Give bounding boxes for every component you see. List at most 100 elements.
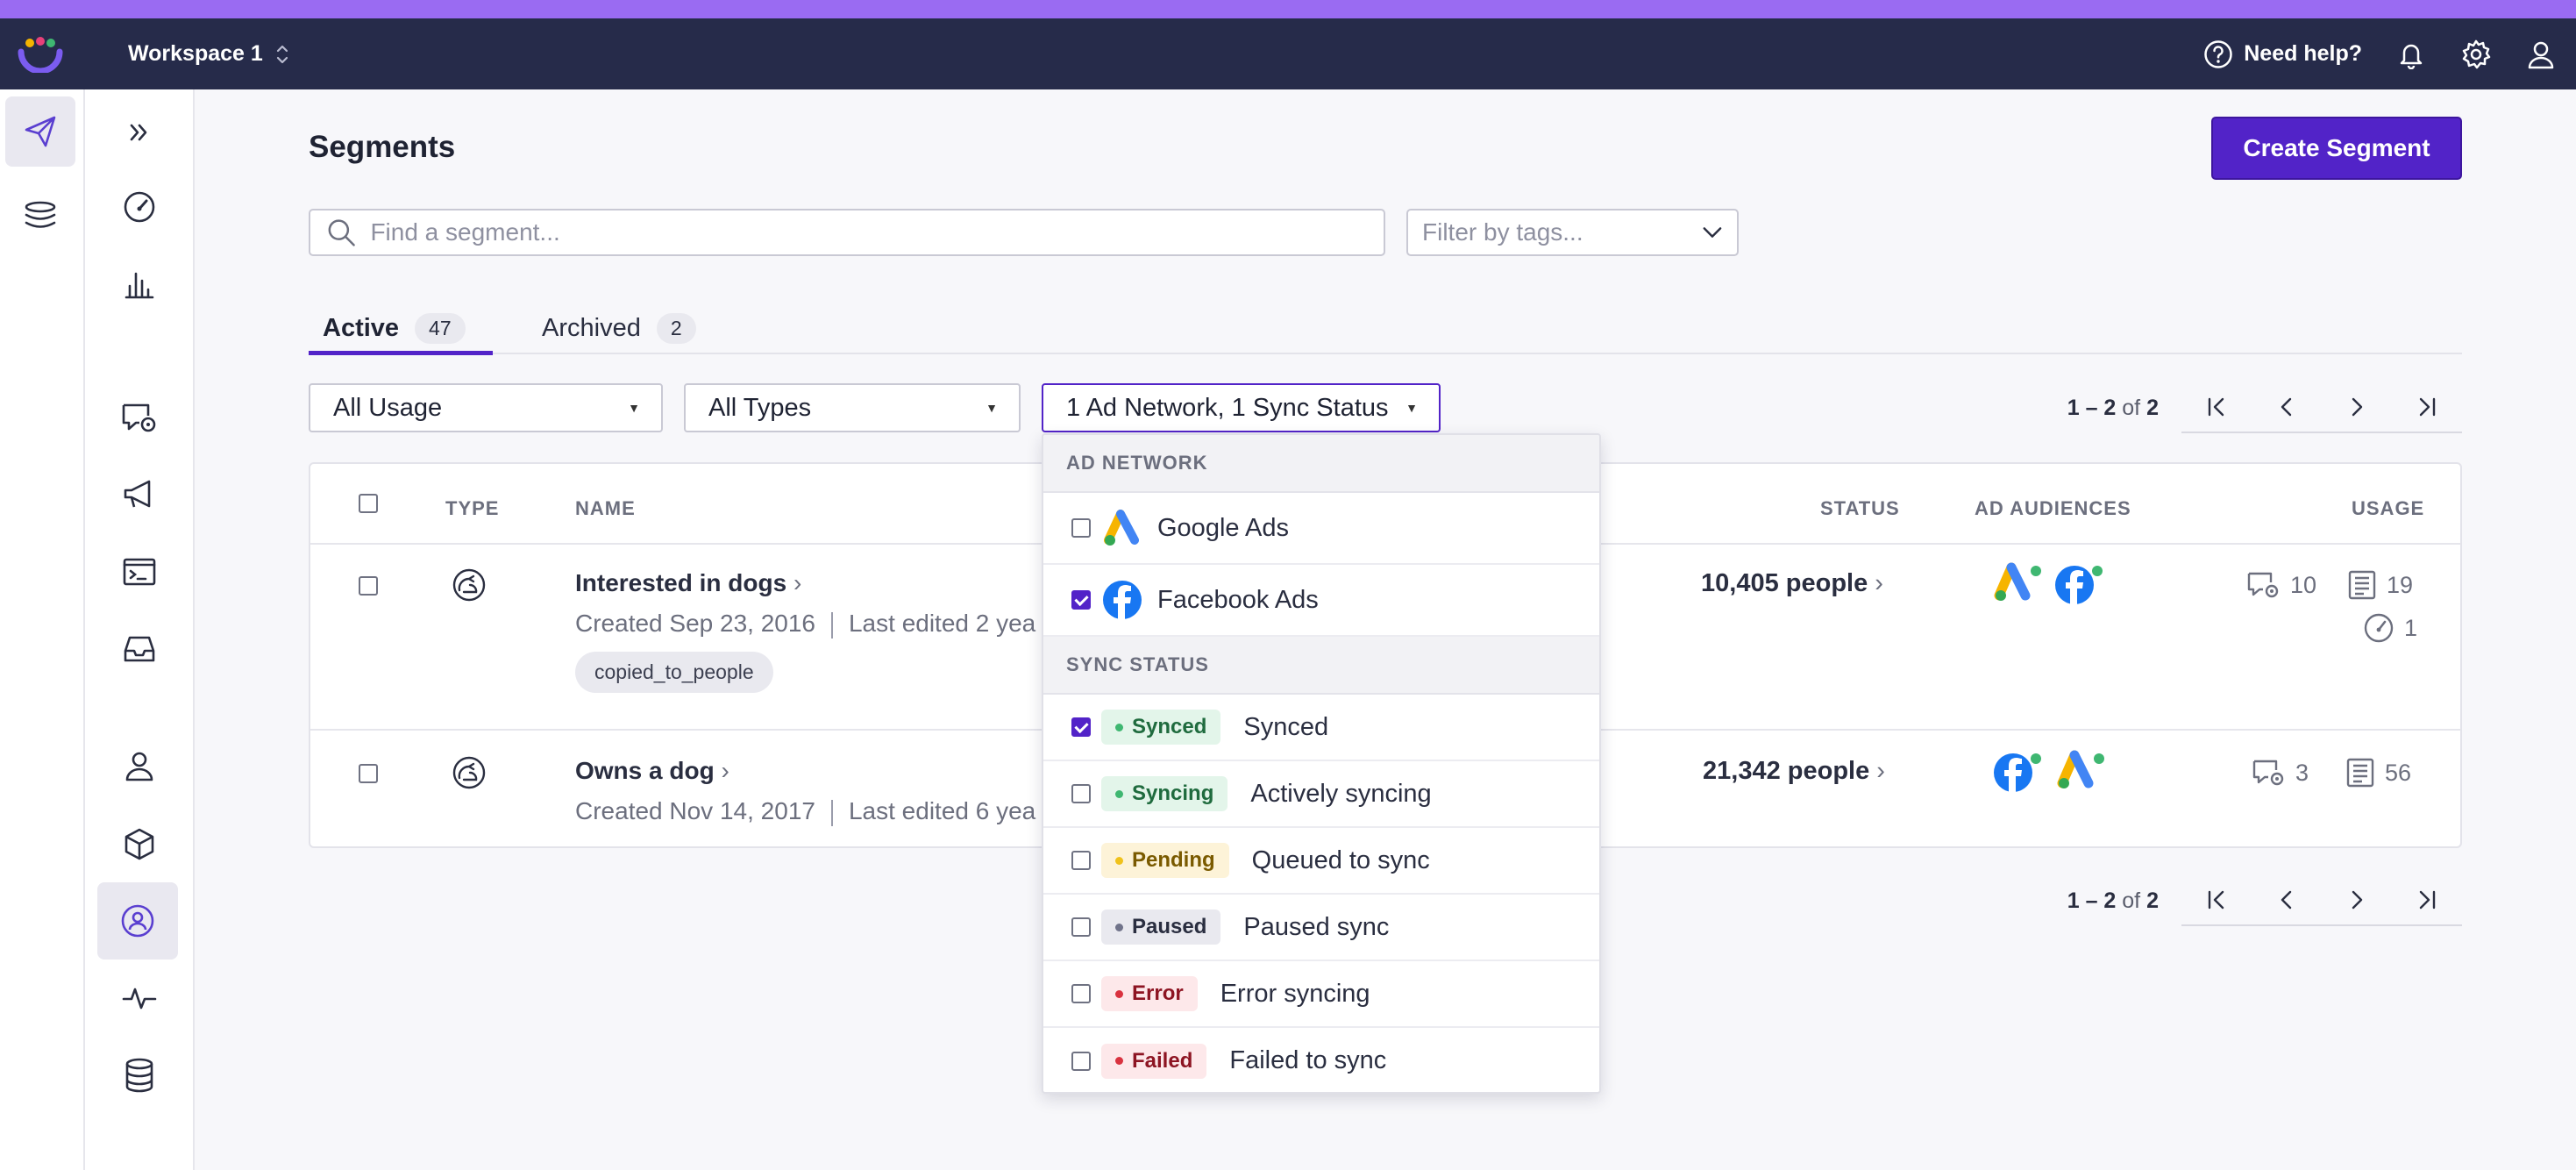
option-label: Actively syncing	[1250, 779, 1432, 808]
secondary-nav-rail	[85, 89, 195, 1170]
layers-icon	[25, 201, 56, 228]
select-all-checkbox[interactable]	[359, 494, 378, 513]
prev-page-button[interactable]	[2252, 875, 2322, 924]
document-list-icon	[2348, 570, 2376, 600]
usage-documents[interactable]: 56	[2345, 757, 2411, 788]
first-page-button[interactable]	[2181, 382, 2252, 432]
nav-data[interactable]	[104, 1049, 174, 1102]
column-header-usage: USAGE	[2352, 497, 2425, 519]
sync-status-header: SYNC STATUS	[1043, 637, 1599, 695]
option-checkbox[interactable]	[1071, 1051, 1091, 1071]
option-status-failed[interactable]: Failed Failed to sync	[1043, 1028, 1599, 1092]
database-icon	[125, 1058, 153, 1093]
usage-filter-value: All Usage	[333, 393, 443, 422]
chevron-up-down-icon	[276, 45, 288, 63]
top-accent-strip	[0, 0, 2576, 18]
segment-name-link[interactable]: Owns a dog ›	[575, 757, 729, 785]
nav-objects[interactable]	[104, 817, 174, 870]
nav-analytics[interactable]	[104, 258, 174, 310]
option-google-ads[interactable]: Google Ads	[1043, 493, 1599, 565]
nav-messaging[interactable]	[5, 96, 75, 167]
option-status-syncing[interactable]: Syncing Actively syncing	[1043, 761, 1599, 828]
chevron-right-icon	[2352, 890, 2363, 910]
option-checkbox[interactable]	[1071, 984, 1091, 1003]
segment-name-link[interactable]: Interested in dogs ›	[575, 569, 801, 597]
segment-tag[interactable]: copied_to_people	[575, 652, 773, 693]
user-icon[interactable]	[2527, 39, 2555, 69]
ad-network-header: AD NETWORK	[1043, 435, 1599, 493]
status-badge: Pending	[1101, 843, 1229, 878]
option-checkbox[interactable]	[1071, 851, 1091, 870]
prev-page-button[interactable]	[2252, 382, 2322, 432]
option-label: Queued to sync	[1251, 845, 1430, 874]
next-page-button[interactable]	[2322, 875, 2392, 924]
option-checkbox[interactable]	[1071, 717, 1091, 737]
gear-icon[interactable]	[2460, 39, 2492, 70]
tab-active[interactable]: Active 47	[323, 302, 466, 354]
nav-activity[interactable]	[104, 972, 174, 1024]
row-checkbox[interactable]	[359, 576, 378, 596]
usage-messages[interactable]: 10	[2246, 569, 2316, 601]
segment-search[interactable]	[309, 209, 1385, 256]
option-status-error[interactable]: Error Error syncing	[1043, 961, 1599, 1028]
create-segment-button[interactable]: Create Segment	[2211, 117, 2462, 180]
chevron-left-icon	[2281, 890, 2292, 910]
usage-documents[interactable]: 19	[2346, 569, 2413, 601]
expand-sidebar-button[interactable]	[104, 112, 174, 153]
top-bar: Workspace 1 Need help?	[0, 18, 2576, 89]
nav-segments[interactable]	[97, 882, 178, 960]
tags-filter-input[interactable]	[1420, 218, 1703, 247]
first-page-button[interactable]	[2181, 875, 2252, 924]
double-chevron-right-icon	[130, 124, 147, 141]
nav-data-layers[interactable]	[5, 181, 75, 251]
caret-down-icon: ▼	[986, 401, 998, 415]
row-checkbox[interactable]	[359, 764, 378, 783]
nav-terminal[interactable]	[104, 546, 174, 598]
active-tab-indicator	[309, 351, 493, 355]
tags-filter[interactable]	[1406, 209, 1739, 256]
segment-people-count[interactable]: 10,405 people ›	[1701, 569, 1883, 598]
segment-meta: Created Sep 23, 2016 Last edited 2 yea	[575, 610, 1036, 639]
usage-filter-select[interactable]: All Usage ▼	[309, 383, 663, 432]
bell-icon[interactable]	[2397, 39, 2425, 69]
column-header-status: STATUS	[1820, 497, 1900, 519]
option-facebook-ads[interactable]: Facebook Ads	[1043, 565, 1599, 637]
tab-count: 2	[656, 312, 696, 344]
column-header-type: TYPE	[445, 497, 500, 519]
option-checkbox[interactable]	[1071, 917, 1091, 937]
facebook-icon	[2055, 566, 2103, 604]
option-status-paused[interactable]: Paused Paused sync	[1043, 895, 1599, 961]
network-status-filter-select[interactable]: 1 Ad Network, 1 Sync Status ▼	[1042, 383, 1441, 432]
status-badge: Synced	[1101, 710, 1221, 745]
help-button[interactable]: Need help?	[2203, 39, 2362, 69]
message-gear-icon	[122, 403, 156, 432]
usage-dashboards[interactable]: 1	[2362, 611, 2417, 645]
segment-type-icon	[452, 568, 486, 602]
nav-messages[interactable]	[104, 391, 174, 444]
gauge-icon	[124, 191, 155, 223]
type-filter-select[interactable]: All Types ▼	[684, 383, 1021, 432]
workspace-switcher[interactable]: Workspace 1	[128, 18, 289, 89]
nav-dashboard[interactable]	[104, 181, 174, 233]
nav-inbox[interactable]	[104, 623, 174, 675]
app-logo[interactable]	[18, 36, 63, 77]
segment-search-input[interactable]	[368, 218, 1384, 247]
option-checkbox[interactable]	[1071, 784, 1091, 803]
next-page-button[interactable]	[2322, 382, 2392, 432]
tab-archived[interactable]: Archived 2	[542, 302, 696, 354]
last-page-button[interactable]	[2392, 382, 2462, 432]
last-page-button[interactable]	[2392, 875, 2462, 924]
segment-people-count[interactable]: 21,342 people ›	[1703, 757, 1885, 786]
option-checkbox[interactable]	[1071, 590, 1091, 610]
nav-people[interactable]	[104, 740, 174, 793]
pagination-bottom: 1 – 2 of 2	[2067, 875, 2462, 926]
tab-label: Archived	[542, 313, 641, 342]
search-icon	[328, 219, 355, 246]
chevron-down-icon	[1703, 227, 1722, 238]
option-status-synced[interactable]: Synced Synced	[1043, 695, 1599, 761]
google-ads-icon	[2057, 750, 2104, 788]
usage-messages[interactable]: 3	[2252, 757, 2309, 788]
option-status-pending[interactable]: Pending Queued to sync	[1043, 828, 1599, 895]
option-checkbox[interactable]	[1071, 518, 1091, 538]
nav-campaigns[interactable]	[104, 468, 174, 521]
